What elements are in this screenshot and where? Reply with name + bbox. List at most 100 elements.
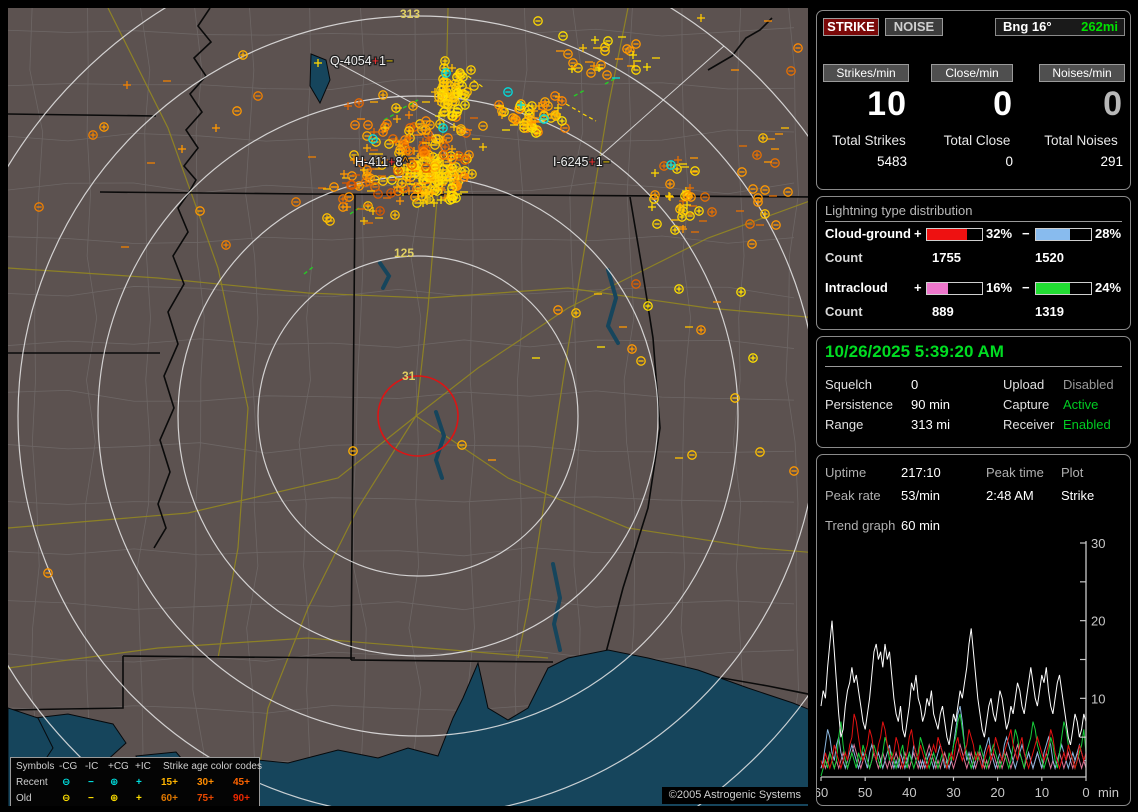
svg-text:I-6245+1−: I-6245+1−: [553, 155, 610, 169]
svg-text:10: 10: [1035, 785, 1049, 800]
range-label: Range: [825, 417, 864, 432]
svg-text:31: 31: [402, 369, 416, 383]
cg-plus-count: 1755: [932, 250, 961, 265]
ic-minus-sign: −: [1022, 280, 1030, 295]
cg-minus-sign: −: [1022, 226, 1030, 241]
total-close-label: Total Close: [943, 133, 1011, 148]
legend-neg-cg-label: -CG: [59, 761, 78, 772]
range-value: 313 mi: [911, 417, 951, 432]
trend-graph-value: 60 min: [901, 518, 941, 533]
lightning-map[interactable]: 125 313 31 Q-4054+1− H-411+8^ I-6245+1− Symbo…: [8, 8, 808, 806]
legend-age-value: 75+: [197, 793, 214, 804]
uptime-value: 217:10: [901, 465, 941, 480]
legend-glyph: −: [88, 777, 94, 788]
app-window: { "window": { "copyright": "©2005 Astrog…: [0, 0, 1138, 812]
ic-minus-bar: [1035, 282, 1092, 295]
squelch-value: 0: [911, 377, 919, 392]
svg-text:20: 20: [1091, 614, 1105, 629]
counters-panel: STRIKE NOISE Bng 16° 262mi Strikes/min C…: [816, 10, 1131, 190]
cg-plus-pct: 32%: [986, 226, 1013, 241]
legend-glyph: +: [136, 793, 142, 804]
cg-count-label: Count: [825, 250, 863, 265]
svg-text:50: 50: [858, 785, 872, 800]
cg-minus-pct: 28%: [1095, 226, 1122, 241]
ic-plus-pct: 16%: [986, 280, 1013, 295]
legend-row-label: Old: [16, 793, 32, 804]
peak-time-label: Peak time: [986, 465, 1044, 480]
legend-age-header: Strike age color codes: [163, 761, 262, 772]
datetime-display: 10/26/2025 5:39:20 AM: [825, 342, 1122, 367]
persistence-value: 90 min: [911, 397, 951, 412]
bearing-label: Bng 16°: [1003, 19, 1052, 34]
cg-plus-sign: +: [914, 226, 922, 241]
svg-text:125: 125: [394, 246, 414, 260]
bearing-display: Bng 16° 262mi: [995, 18, 1125, 36]
intracloud-label: Intracloud: [825, 280, 888, 295]
strikes-rate: 10: [867, 85, 907, 123]
capture-status: Active: [1063, 397, 1099, 412]
uptime-label: Uptime: [825, 465, 867, 480]
legend-glyph: ⊕: [110, 777, 119, 788]
peak-rate-value: 53/min: [901, 488, 941, 503]
plot-value: Strike: [1061, 488, 1095, 503]
total-noises-label: Total Noises: [1044, 133, 1118, 148]
total-close-value: 0: [1005, 154, 1013, 169]
legend-age-value: 45+: [233, 777, 250, 788]
peak-time-value: 2:48 AM: [986, 488, 1034, 503]
peak-rate-label: Peak rate: [825, 488, 881, 503]
strikes-per-min-chip[interactable]: Strikes/min: [823, 64, 909, 82]
cloud-ground-label: Cloud-ground: [825, 226, 911, 241]
svg-text:40: 40: [902, 785, 916, 800]
svg-text:60: 60: [817, 785, 828, 800]
legend-pos-cg-label: +CG: [108, 761, 129, 772]
status-panel: 10/26/2025 5:39:20 AM Squelch 0 Persiste…: [816, 336, 1131, 448]
cg-minus-count: 1520: [1035, 250, 1064, 265]
cg-minus-bar: [1035, 228, 1092, 241]
trend-graph-label: Trend graph: [825, 518, 896, 533]
svg-text:min: min: [1098, 785, 1119, 800]
plot-label: Plot: [1061, 465, 1084, 480]
upload-status: Disabled: [1063, 377, 1114, 392]
noise-button[interactable]: NOISE: [885, 18, 943, 36]
total-strikes-label: Total Strikes: [832, 133, 906, 148]
svg-text:H-411+8^: H-411+8^: [355, 155, 408, 169]
legend-glyph: ⊖: [62, 777, 71, 788]
receiver-status: Enabled: [1063, 417, 1111, 432]
bearing-range: 262mi: [1081, 19, 1118, 34]
ic-minus-count: 1319: [1035, 304, 1064, 319]
stats-panel: Uptime 217:10 Peak time Plot Peak rate 5…: [816, 454, 1131, 806]
legend-age-value: 60+: [161, 793, 178, 804]
legend-glyph: +: [136, 777, 142, 788]
legend-glyph: −: [88, 793, 94, 804]
persistence-label: Persistence: [825, 397, 893, 412]
close-per-min-chip[interactable]: Close/min: [931, 64, 1013, 82]
svg-text:30: 30: [946, 785, 960, 800]
svg-text:30: 30: [1091, 539, 1105, 551]
svg-text:20: 20: [990, 785, 1004, 800]
trend-chart: 30 20 10 60 50 40 30 20 10 0 min: [817, 539, 1119, 800]
strike-button[interactable]: STRIKE: [823, 18, 879, 36]
noises-per-min-chip[interactable]: Noises/min: [1039, 64, 1125, 82]
legend-glyph: ⊕: [110, 793, 119, 804]
ic-plus-sign: +: [914, 280, 922, 295]
legend-pos-ic-label: +IC: [135, 761, 151, 772]
noises-rate: 0: [1103, 85, 1123, 123]
legend-header: Symbols -CG -IC +CG +IC Strike age color…: [11, 759, 262, 775]
distribution-title: Lightning type distribution: [825, 203, 1122, 222]
svg-text:Q-4054+1−: Q-4054+1−: [330, 54, 393, 68]
close-rate: 0: [993, 85, 1013, 123]
cg-plus-bar: [926, 228, 983, 241]
legend-glyph: ⊖: [62, 793, 71, 804]
legend-age-value: 90+: [233, 793, 250, 804]
legend-neg-ic-label: -IC: [85, 761, 99, 772]
svg-text:313: 313: [400, 8, 420, 21]
receiver-label: Receiver: [1003, 417, 1055, 432]
svg-text:0: 0: [1082, 785, 1089, 800]
map-legend: Symbols -CG -IC +CG +IC Strike age color…: [10, 757, 262, 806]
capture-label: Capture: [1003, 397, 1050, 412]
legend-age-value: 30+: [197, 777, 214, 788]
copyright-text: ©2005 Astrogenic Systems: [661, 787, 808, 804]
map-canvas: 125 313 31 Q-4054+1− H-411+8^ I-6245+1−: [8, 8, 808, 806]
ic-plus-count: 889: [932, 304, 954, 319]
legend-recent-row: Recent ⊖ − ⊕ +15+ 30+ 45+: [11, 775, 259, 791]
